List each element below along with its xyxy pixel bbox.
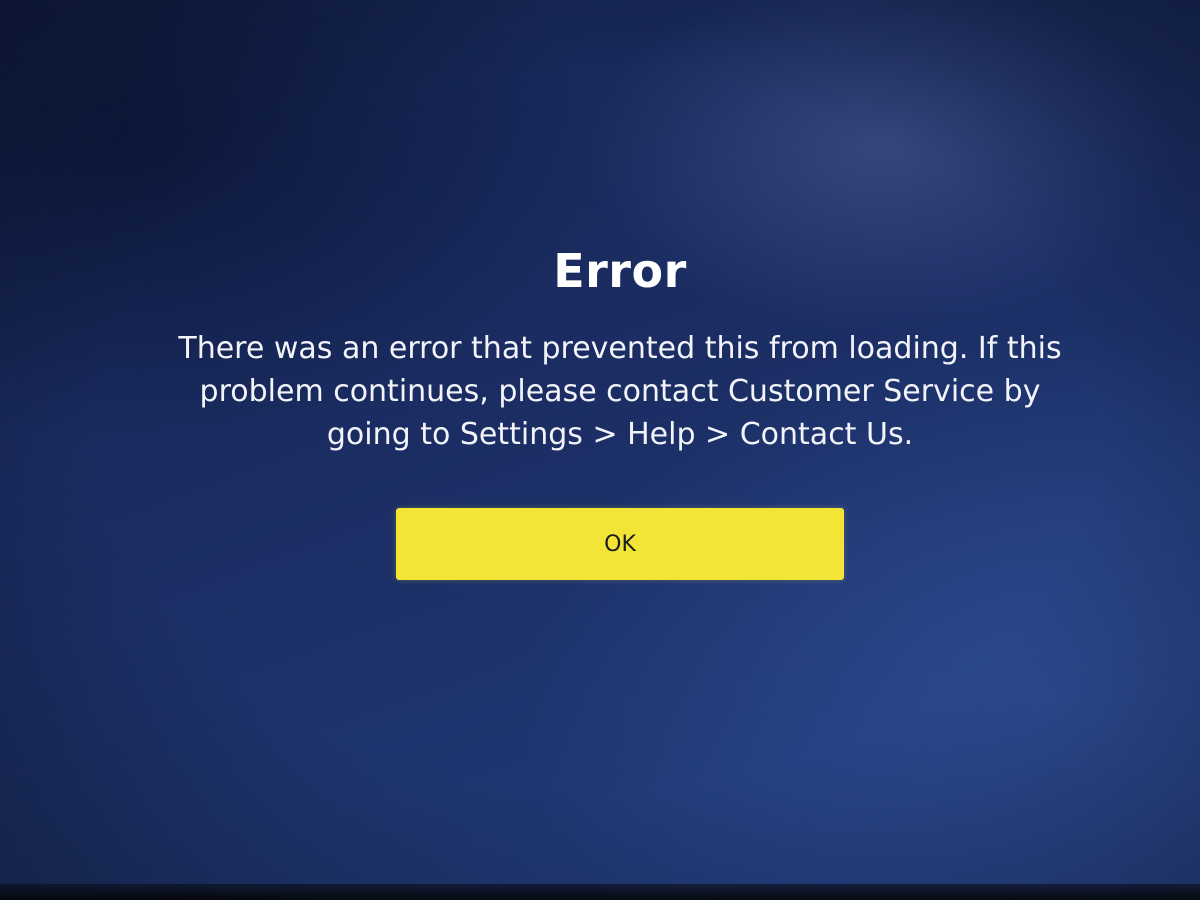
dialog-title: Error	[553, 244, 687, 298]
dialog-message: There was an error that prevented this f…	[178, 331, 1062, 452]
error-screen: Error There was an error that prevented …	[0, 0, 1200, 900]
ok-button[interactable]: OK	[396, 508, 844, 580]
screen-bezel	[0, 884, 1200, 900]
error-dialog: Error There was an error that prevented …	[150, 235, 1090, 580]
